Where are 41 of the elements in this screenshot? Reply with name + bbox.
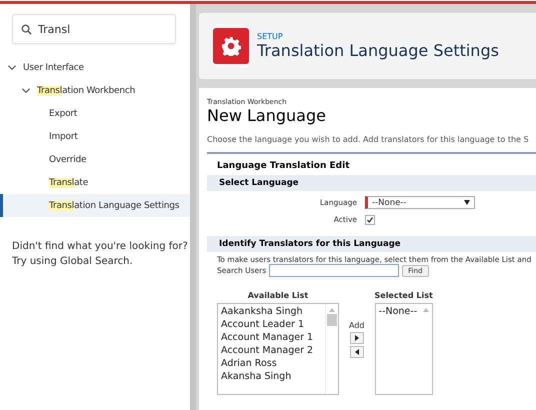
list-option[interactable]: Aakanksha Singh <box>221 305 322 318</box>
language-select[interactable]: --None-- <box>365 196 475 209</box>
list-heading: Selected List <box>374 291 433 300</box>
available-listbox[interactable]: Aakanksha Singh Account Leader 1 Account Manager 1 Account Manager 2 Adrian Ross Akansha Singh <box>217 303 339 395</box>
right-triangle-icon <box>354 335 359 341</box>
tree-item[interactable]: User Interface <box>0 56 190 79</box>
remove-button[interactable] <box>350 346 364 358</box>
list-option[interactable]: --None-- <box>378 305 418 318</box>
page-heading: New Language <box>207 106 327 125</box>
tree-item[interactable]: Import <box>0 125 190 148</box>
quick-find-field[interactable]: Transl <box>12 14 176 44</box>
header-eyebrow: SETUP <box>257 32 284 41</box>
list-option[interactable]: Akansha Singh <box>221 370 322 383</box>
list-heading: Available List <box>248 291 308 300</box>
list-option[interactable]: Account Manager 2 <box>221 344 322 357</box>
tree-item[interactable]: Translation Workbench <box>0 79 190 102</box>
page-description: Choose the language you wish to add. Add translators for this language to the S <box>207 135 530 144</box>
dropdown-arrow-icon <box>464 200 470 205</box>
block-title: Language Translation Edit <box>216 160 350 173</box>
active-checkbox[interactable] <box>365 214 375 224</box>
list-option[interactable]: Account Leader 1 <box>221 318 322 331</box>
list-option[interactable]: Account Manager 1 <box>221 331 322 344</box>
add-label: Add <box>349 321 364 330</box>
list-option[interactable]: Adrian Ross <box>221 357 322 370</box>
selected-listbox[interactable]: --None-- <box>374 303 433 395</box>
gear-icon <box>213 28 249 64</box>
tree-item[interactable]: Translation Language Settings <box>0 194 190 217</box>
section-header: Identify Translators for this Language <box>207 236 536 252</box>
help-text: Try using Global Search. <box>12 255 134 269</box>
tree-item[interactable]: Translate <box>0 171 190 194</box>
section-header: Select Language <box>207 175 536 191</box>
tree-item[interactable]: Export <box>0 102 190 125</box>
tree-item[interactable]: Override <box>0 148 190 171</box>
page-title: Translation Language Settings <box>257 41 499 60</box>
left-triangle-icon <box>354 349 359 355</box>
help-text: Didn't find what you're looking for? <box>12 240 189 254</box>
scroll-up-icon <box>422 308 429 312</box>
scrollbar-thumb[interactable] <box>327 314 337 326</box>
search-users-field[interactable] <box>269 264 400 277</box>
add-button[interactable] <box>350 332 364 344</box>
scroll-up-icon <box>329 308 335 312</box>
